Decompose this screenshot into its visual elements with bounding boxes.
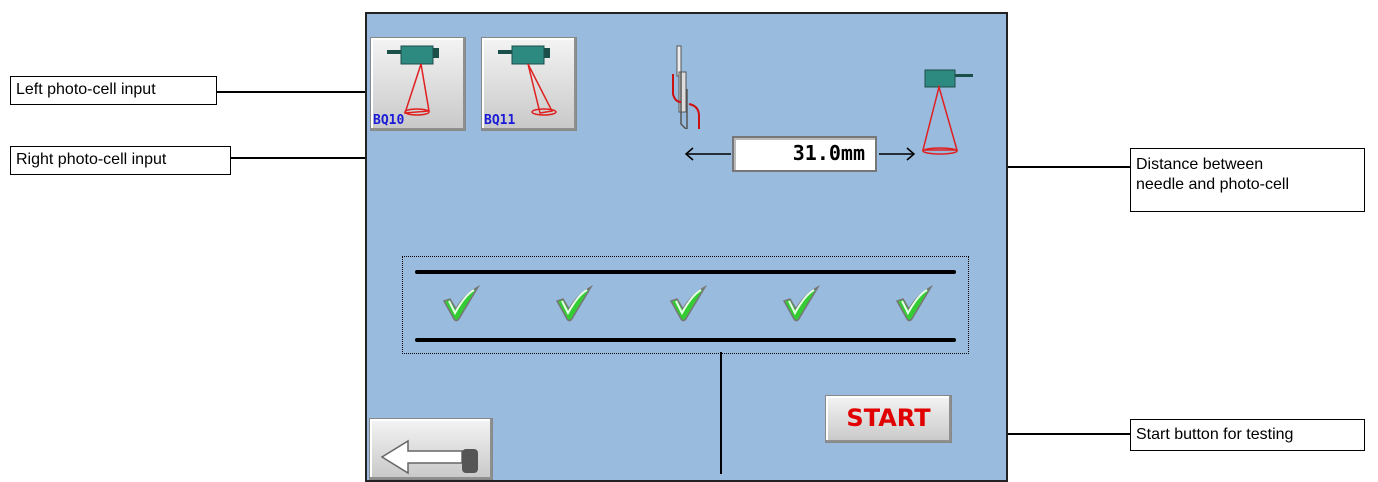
check-icon — [782, 284, 820, 322]
callout-left-photocell: Left photo-cell input — [10, 76, 217, 105]
right-sensor-label: BQ11 — [484, 113, 516, 128]
callout-distance-line1: Distance between — [1136, 156, 1264, 173]
check-icon — [669, 284, 707, 322]
left-sensor-label: BQ10 — [373, 113, 405, 128]
back-button[interactable] — [369, 418, 493, 480]
distance-arrow-right-icon — [879, 147, 916, 161]
needle-icon — [672, 45, 700, 129]
check-icon — [555, 284, 594, 322]
start-button[interactable]: START — [825, 395, 952, 443]
callout-start: Start button for testing — [1130, 419, 1365, 451]
photocell-sensor-icon — [922, 69, 973, 155]
test-track — [402, 256, 969, 354]
leader-line-track — [720, 352, 722, 474]
left-photocell-button[interactable]: BQ10 — [370, 37, 466, 131]
right-photocell-button[interactable]: BQ11 — [481, 37, 577, 131]
checks-row — [403, 283, 968, 329]
track-rail-bottom — [415, 338, 956, 342]
callout-distance: Distance between needle and photo-cell — [1130, 148, 1365, 212]
callout-right-photocell-text: Right photo-cell input — [16, 151, 167, 168]
callout-start-text: Start button for testing — [1136, 426, 1294, 443]
distance-arrow-left-icon — [684, 147, 731, 161]
callout-distance-line2: needle and photo-cell — [1136, 176, 1290, 193]
distance-value-field[interactable]: 31.0mm — [732, 136, 877, 172]
start-button-label: START — [846, 404, 931, 432]
check-icon — [442, 284, 480, 322]
callout-right-photocell: Right photo-cell input — [10, 146, 231, 175]
check-icon — [896, 284, 934, 322]
callout-left-photocell-text: Left photo-cell input — [16, 81, 156, 98]
device-screen: BQ10 BQ11 31.0mm START — [365, 12, 1008, 482]
track-rail-top — [415, 270, 956, 274]
back-arrow-icon — [380, 439, 478, 475]
